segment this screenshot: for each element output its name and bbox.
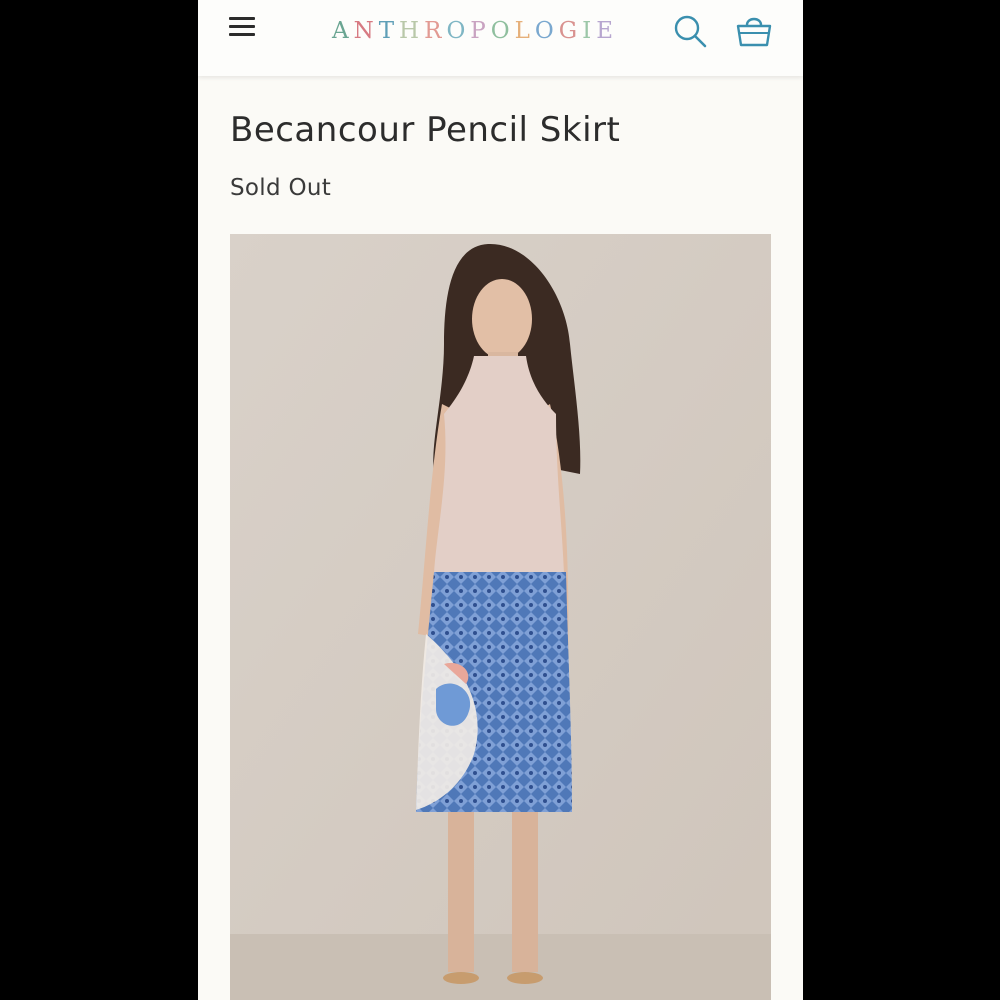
brand-logo-text: ANTHROPOLOGIE xyxy=(332,18,618,44)
brand-logo-letter: G xyxy=(558,18,583,44)
brand-logo-letter: O xyxy=(534,18,559,44)
brand-logo-letter: N xyxy=(353,18,379,44)
mobile-page: ANTHROPOLOGIE Becancour Pencil Skirt Sol… xyxy=(198,0,803,1000)
brand-logo-letter: O xyxy=(446,18,471,44)
brand-logo-letter: P xyxy=(470,18,491,44)
brand-logo-letter: L xyxy=(514,18,535,44)
menu-icon[interactable] xyxy=(229,16,255,38)
availability-status: Sold Out xyxy=(230,175,332,201)
brand-logo-letter: I xyxy=(582,18,597,44)
product-photo[interactable] xyxy=(230,234,771,1000)
product-title: Becancour Pencil Skirt xyxy=(230,110,621,150)
brand-logo-letter: E xyxy=(596,18,619,44)
brand-logo-letter: H xyxy=(399,18,425,44)
brand-logo-letter: O xyxy=(490,18,515,44)
top-navigation-bar: ANTHROPOLOGIE xyxy=(198,0,803,76)
brand-logo[interactable]: ANTHROPOLOGIE xyxy=(330,18,620,44)
brand-logo-letter: A xyxy=(331,18,354,44)
bag-icon[interactable] xyxy=(735,13,773,49)
brand-logo-letter: R xyxy=(424,18,447,44)
brand-logo-letter: T xyxy=(378,18,400,44)
search-icon[interactable] xyxy=(672,13,708,49)
